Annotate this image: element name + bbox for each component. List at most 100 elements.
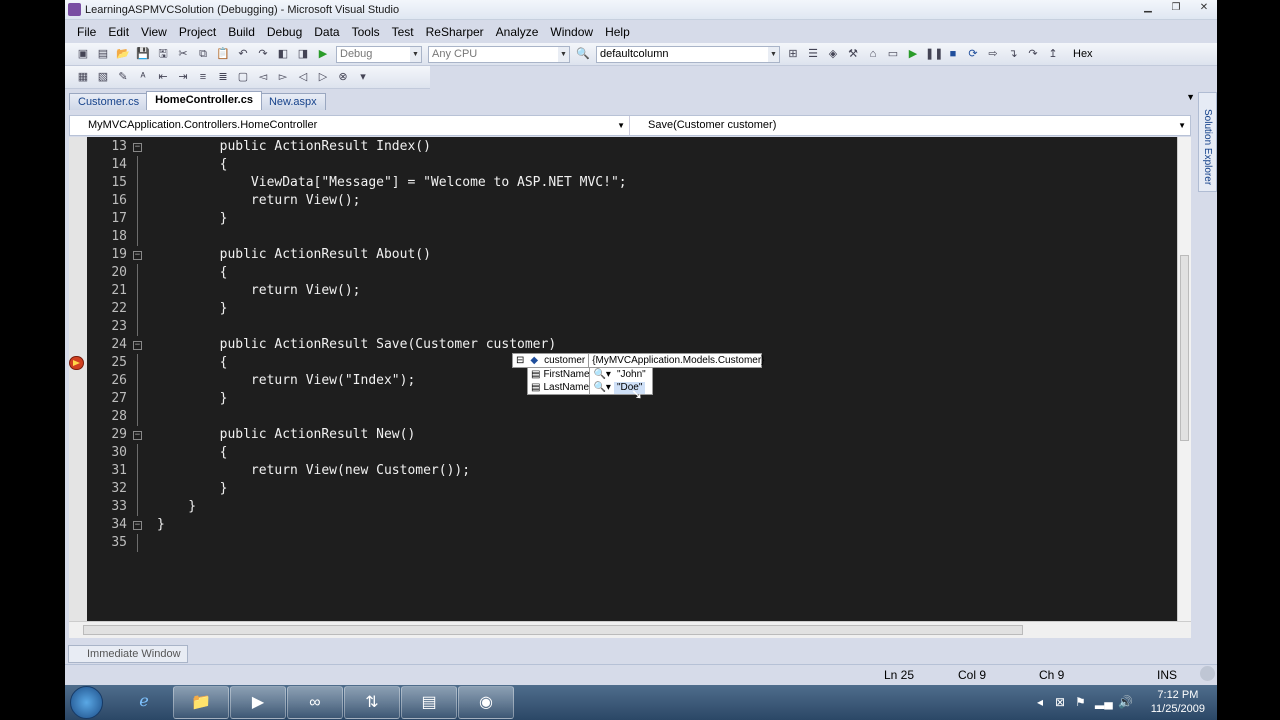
code-line[interactable]: 34−} [87,516,1157,534]
other-windows-icon[interactable]: ▭ [885,46,901,62]
code-line[interactable]: 19− public ActionResult About() [87,246,1157,264]
size-grip-icon[interactable] [1200,666,1215,681]
solution-platform-combo[interactable]: Any CPU ▼ [428,45,570,63]
member-value[interactable]: "John" [614,369,649,381]
menu-resharper[interactable]: ReSharper [420,25,490,39]
redo-icon[interactable]: ↷ [255,46,271,62]
break-all-icon[interactable]: ❚❚ [925,46,943,62]
code-editor[interactable]: 13− public ActionResult Index() 14 {15 Vi… [69,137,1177,621]
start-debugging-icon[interactable]: ▶ [315,46,331,62]
cut-icon[interactable]: ✂ [175,46,191,62]
minimize-button[interactable]: ▁ [1135,0,1161,16]
member-combo[interactable]: Save(Customer customer) ▼ [630,116,1190,135]
copy-icon[interactable]: ⧉ [195,46,211,62]
menu-tools[interactable]: Tools [346,25,386,39]
active-files-dropdown-icon[interactable]: ▼ [1186,92,1195,102]
solution-explorer-autohide-tab[interactable]: Solution Explorer [1198,92,1217,192]
menu-build[interactable]: Build [222,25,261,39]
indicator-margin[interactable] [69,137,87,621]
comment-lines-icon[interactable]: ≡ [195,69,211,85]
media-player-icon[interactable]: ▶ [230,686,286,719]
show-next-statement-icon[interactable]: ⇨ [985,46,1001,62]
previous-bookmark-folder-icon[interactable]: ◁ [295,69,311,85]
code-line[interactable]: 20 { [87,264,1157,282]
magnifier-icon[interactable]: 🔍▾ [590,369,613,381]
code-line[interactable]: 23 [87,318,1157,336]
display-object-member-list-icon[interactable]: ▦ [75,69,91,85]
next-bookmark-folder-icon[interactable]: ▷ [315,69,331,85]
code-line[interactable]: 22 } [87,300,1157,318]
network-icon[interactable]: ⊠ [1055,695,1065,709]
scrollbar-thumb[interactable] [83,625,1023,635]
signal-icon[interactable]: ▂▄ [1095,695,1113,709]
open-file-icon[interactable]: 📂 [115,46,131,62]
next-bookmark-icon[interactable]: ▻ [275,69,291,85]
code-line[interactable]: 15 ViewData["Message"] = "Welcome to ASP… [87,174,1157,192]
collapse-region-icon[interactable]: − [133,431,142,440]
menu-edit[interactable]: Edit [102,25,135,39]
code-line[interactable]: 29− public ActionResult New() [87,426,1157,444]
stop-debugging-icon[interactable]: ■ [945,46,961,62]
code-line[interactable]: 18 [87,228,1157,246]
tab-customer-cs[interactable]: Customer.cs [69,93,149,110]
menu-view[interactable]: View [135,25,173,39]
continue-icon[interactable]: ▶ [905,46,921,62]
tab-new-aspx[interactable]: New.aspx [259,93,326,110]
class-combo[interactable]: MyMVCApplication.Controllers.HomeControl… [70,116,630,135]
firefox-icon[interactable]: ◉ [458,686,514,719]
save-all-icon[interactable]: 🖫 [155,46,171,62]
code-line[interactable]: 33 } [87,498,1157,516]
collapse-region-icon[interactable]: − [133,143,142,152]
document-icon[interactable]: ▤ [401,686,457,719]
menu-help[interactable]: Help [599,25,636,39]
code-line[interactable]: 31 return View(new Customer()); [87,462,1157,480]
code-line[interactable]: 28 [87,408,1157,426]
clear-bookmarks-icon[interactable]: ⊗ [335,69,351,85]
menu-test[interactable]: Test [386,25,420,39]
collapse-icon[interactable]: ⊟ [513,355,527,367]
start-page-icon[interactable]: ⌂ [865,46,881,62]
code-line[interactable]: 24− public ActionResult Save(Customer cu… [87,336,1157,354]
display-parameter-info-icon[interactable]: ▧ [95,69,111,85]
menu-file[interactable]: File [71,25,102,39]
step-out-icon[interactable]: ↥ [1045,46,1061,62]
magnifier-icon[interactable]: 🔍▾ [590,382,613,394]
undo-icon[interactable]: ↶ [235,46,251,62]
add-item-icon[interactable]: ▤ [95,46,111,62]
toolbar-options-icon[interactable]: ▾ [355,69,371,85]
toolbox-icon[interactable]: ⚒ [845,46,861,62]
tab-homecontroller-cs[interactable]: HomeController.cs [146,91,262,110]
code-line[interactable]: 14 { [87,156,1157,174]
datatip-member-row[interactable]: ▤ FirstName 🔍▾ "John" [528,368,652,381]
ftp-client-icon[interactable]: ⇅ [344,686,400,719]
code-line[interactable]: 32 } [87,480,1157,498]
current-statement-icon[interactable] [69,356,84,370]
display-word-completion-icon[interactable]: ᴬ [135,69,151,85]
scrollbar-thumb[interactable] [1180,255,1189,441]
flag-icon[interactable]: ⚑ [1075,695,1086,709]
show-hidden-icons-icon[interactable]: ◂ [1037,695,1043,709]
navigate-forward-icon[interactable]: ◨ [295,46,311,62]
code-line[interactable]: 30 { [87,444,1157,462]
code-line[interactable]: 21 return View(); [87,282,1157,300]
find-in-files-icon[interactable]: 🔍 [575,46,591,62]
code-line[interactable]: 35 [87,534,1157,552]
solution-explorer-icon[interactable]: ⊞ [785,46,801,62]
previous-bookmark-icon[interactable]: ◅ [255,69,271,85]
toggle-bookmark-icon[interactable]: ▢ [235,69,251,85]
display-quick-info-icon[interactable]: ✎ [115,69,131,85]
menu-project[interactable]: Project [173,25,222,39]
increase-indent-icon[interactable]: ⇥ [175,69,191,85]
menu-window[interactable]: Window [544,25,599,39]
decrease-indent-icon[interactable]: ⇤ [155,69,171,85]
close-button[interactable]: ✕ [1191,0,1217,16]
collapse-region-icon[interactable]: − [133,341,142,350]
step-over-icon[interactable]: ↷ [1025,46,1041,62]
solution-configuration-combo[interactable]: Debug ▼ [336,45,422,63]
code-line[interactable]: 17 } [87,210,1157,228]
start-button[interactable] [70,686,103,719]
volume-icon[interactable]: 🔊 [1118,695,1133,709]
new-project-icon[interactable]: ▣ [75,46,91,62]
system-clock[interactable]: 7:12 PM 11/25/2009 [1151,688,1205,716]
find-combo[interactable]: defaultcolumn ▼ [596,45,780,63]
